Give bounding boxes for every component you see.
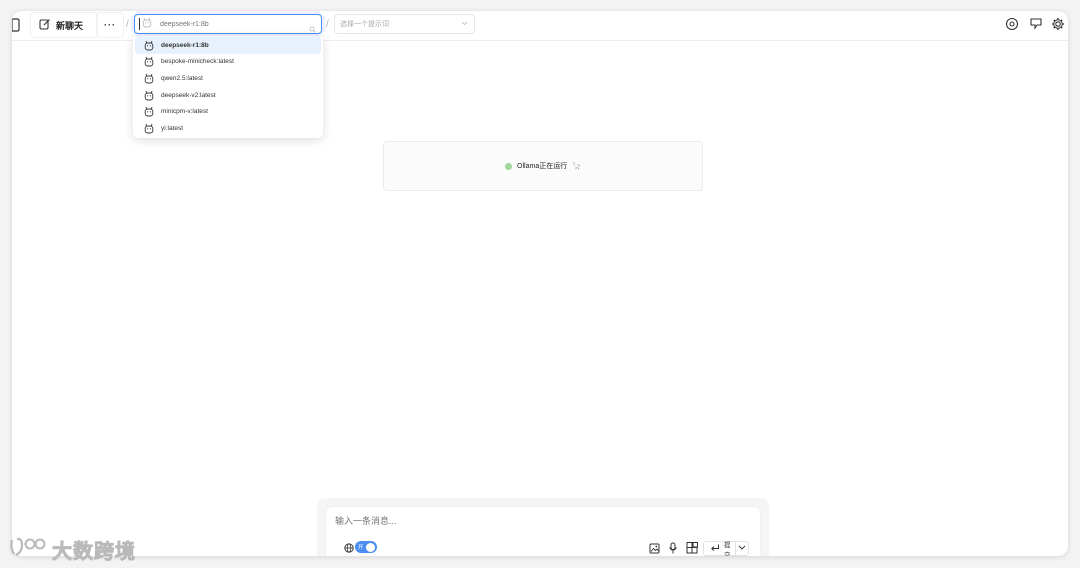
microphone-icon[interactable] (667, 542, 679, 554)
toggle-label: 开 (358, 545, 364, 551)
llama-icon (144, 106, 154, 117)
globe-icon[interactable] (343, 542, 354, 553)
model-icon (142, 15, 152, 33)
llama-icon (144, 73, 154, 84)
model-option-label: qwen2.5:latest (161, 74, 203, 82)
chevron-down-icon (461, 21, 468, 28)
enter-icon (710, 544, 720, 554)
web-search-toggle[interactable]: 开 (355, 541, 377, 553)
llama-icon (144, 123, 154, 134)
ollama-status-card: Ollama正在运行 🦙 (383, 141, 703, 191)
new-chat-button[interactable]: 新聊天 (30, 12, 99, 38)
model-option[interactable]: minicpm-v:latest (135, 103, 321, 120)
model-option[interactable]: deepseek-v2:latest (135, 87, 321, 104)
more-label: ··· (104, 20, 116, 30)
prompt-select[interactable]: 选择一个提示词 (334, 14, 475, 34)
submit-label: 提交 (724, 541, 731, 557)
status-text: Ollama正在运行 (517, 163, 568, 170)
model-option[interactable]: yi:latest (135, 120, 321, 137)
model-option-label: deepseek-v2:latest (161, 91, 216, 99)
toggle-knob (366, 542, 375, 552)
message-input[interactable] (335, 513, 635, 529)
model-option-label: minicpm-v:latest (161, 108, 208, 116)
llama-icon (144, 56, 154, 67)
watermark: 大数跨境 (8, 535, 136, 564)
gear-icon[interactable] (1050, 16, 1066, 32)
llama-icon (144, 40, 154, 51)
apps-icon[interactable] (685, 542, 698, 554)
submit-button[interactable]: 提交 (704, 541, 735, 557)
settings-icon[interactable] (1004, 16, 1020, 32)
model-option-label: bespoke-minicheck:latest (161, 58, 234, 66)
sidebar-toggle-icon[interactable] (12, 17, 22, 33)
new-chat-label: 新聊天 (56, 20, 84, 31)
prompt-select-placeholder: 选择一个提示词 (340, 21, 389, 28)
image-icon[interactable] (648, 542, 660, 554)
more-options-button[interactable]: ··· (96, 12, 124, 38)
submit-button-group: 提交 (703, 541, 749, 556)
chevron-down-icon (738, 545, 746, 552)
text-cursor (139, 18, 140, 30)
model-option[interactable]: qwen2.5:latest (135, 70, 321, 87)
llama-icon (144, 90, 154, 101)
model-search-input[interactable] (160, 20, 300, 28)
model-option-label: yi:latest (161, 124, 184, 132)
breadcrumb-separator: / (326, 19, 329, 30)
breadcrumb-separator: / (126, 19, 129, 30)
llama-emoji-icon: 🦙 (572, 163, 581, 170)
watermark-text: 大数跨境 (52, 541, 136, 564)
status-dot (505, 162, 513, 170)
message-composer: 开 提交 (325, 506, 761, 556)
watermark-logo-icon (8, 536, 48, 564)
model-dropdown: deepseek-r1:8b bespoke-minicheck:latest … (133, 36, 323, 138)
feedback-icon[interactable] (1028, 16, 1044, 32)
model-option[interactable]: bespoke-minicheck:latest (135, 54, 321, 71)
submit-options-button[interactable] (736, 542, 748, 555)
model-option[interactable]: deepseek-r1:8b (135, 37, 321, 54)
model-search-field[interactable] (134, 14, 322, 34)
app-window: 新聊天 ··· / / 选择一个提示词 (12, 11, 1068, 556)
model-option-label: deepseek-r1:8b (161, 41, 209, 49)
edit-icon (39, 18, 51, 32)
